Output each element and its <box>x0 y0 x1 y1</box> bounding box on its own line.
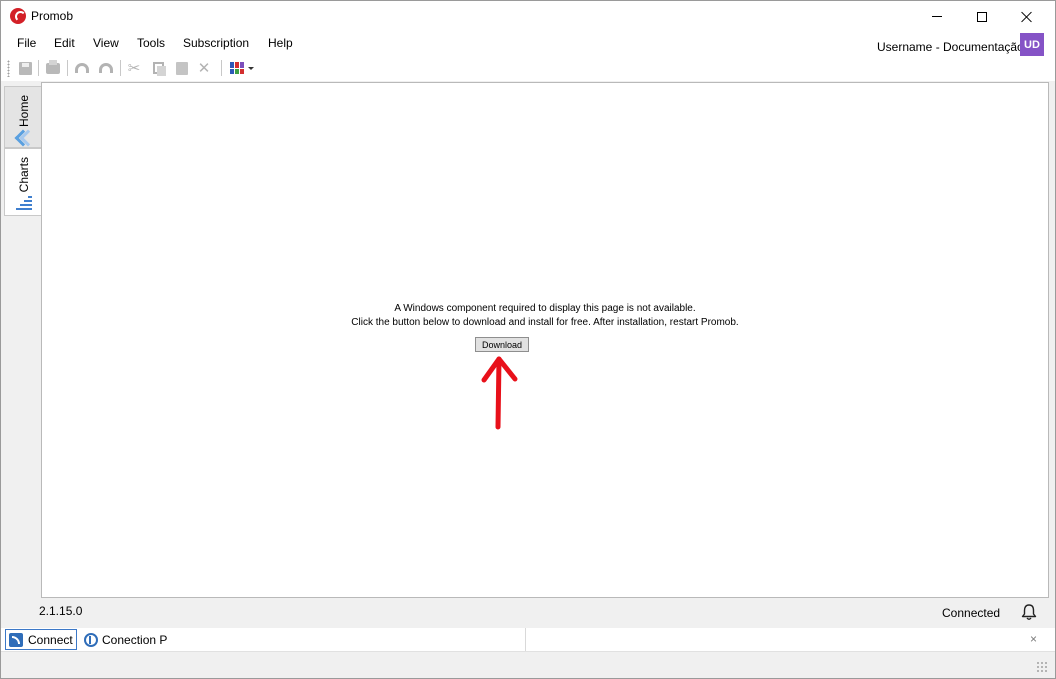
minimize-icon <box>932 16 942 17</box>
tab-home[interactable]: Home <box>4 86 42 148</box>
paste-icon <box>176 61 188 75</box>
user-label[interactable]: Username - Documentação <box>877 40 1024 54</box>
toolbar-separator <box>221 60 222 76</box>
maximize-button[interactable] <box>959 1 1005 32</box>
bell-icon[interactable] <box>1020 603 1038 621</box>
cut-button[interactable]: ✂ <box>124 59 144 77</box>
tab-conection-label: Conection P <box>102 632 168 647</box>
charts-icon <box>15 196 32 211</box>
menu-help[interactable]: Help <box>266 36 295 50</box>
message-line-2: Click the button below to download and i… <box>351 317 739 328</box>
message-line-1: A Windows component required to display … <box>394 303 696 314</box>
close-panel-button[interactable]: × <box>1030 632 1037 646</box>
version-label: 2.1.15.0 <box>39 604 83 618</box>
app-window: Promob File Edit View Tools Subscription… <box>0 0 1056 679</box>
tab-charts[interactable]: Charts <box>4 148 42 216</box>
print-button[interactable] <box>43 59 63 77</box>
promob-connect-icon <box>84 632 98 647</box>
tab-connect[interactable]: Connect <box>5 629 77 650</box>
maximize-icon <box>977 11 987 22</box>
save-icon <box>18 61 32 75</box>
tab-conection-p[interactable]: Conection P <box>82 629 202 650</box>
delete-icon: ✕ <box>197 59 211 77</box>
menu-view[interactable]: View <box>91 36 121 50</box>
color-palette-button[interactable] <box>227 59 247 77</box>
close-icon <box>1021 11 1033 23</box>
minimize-button[interactable] <box>914 1 960 32</box>
redo-icon <box>99 63 113 73</box>
status-bar <box>1 651 1055 678</box>
tab-charts-label: Charts <box>16 157 31 193</box>
toolbar-grip[interactable] <box>7 60 10 77</box>
bottom-tab-bar: Connect Conection P × <box>1 628 1055 651</box>
tab-connect-label: Connect <box>28 632 73 647</box>
toolbar-separator <box>67 60 68 76</box>
side-tab-strip: Home Charts <box>2 82 42 598</box>
print-icon <box>46 59 60 74</box>
save-button[interactable] <box>15 59 35 77</box>
title-bar: Promob <box>1 1 1055 32</box>
paste-button[interactable] <box>172 59 192 77</box>
bottom-bar-divider <box>525 628 526 651</box>
toolbar: ✂ ✕ <box>1 56 1055 81</box>
delete-button[interactable]: ✕ <box>194 59 214 77</box>
rss-icon <box>9 632 23 647</box>
toolbar-separator <box>120 60 121 76</box>
menu-bar: File Edit View Tools Subscription Help U… <box>1 32 1055 57</box>
menu-edit[interactable]: Edit <box>52 36 77 50</box>
undo-icon <box>75 63 89 73</box>
menu-tools[interactable]: Tools <box>135 36 167 50</box>
window-title: Promob <box>31 9 74 23</box>
download-button[interactable]: Download <box>475 337 529 352</box>
main-content-panel: A Windows component required to display … <box>41 82 1049 598</box>
menu-file[interactable]: File <box>15 36 38 50</box>
annotation-arrow-icon <box>481 356 518 430</box>
menu-subscription[interactable]: Subscription <box>181 36 251 50</box>
copy-icon <box>152 62 166 76</box>
copy-button[interactable] <box>148 59 168 77</box>
tab-home-label: Home <box>16 95 31 128</box>
undo-button[interactable] <box>72 59 92 77</box>
home-chevron-icon <box>17 131 31 143</box>
close-window-button[interactable] <box>1004 1 1050 32</box>
toolbar-separator <box>38 60 39 76</box>
palette-icon <box>230 62 244 74</box>
promob-logo-icon <box>10 8 26 24</box>
redo-button[interactable] <box>96 59 116 77</box>
connection-status: Connected <box>942 606 1001 620</box>
chevron-down-icon[interactable] <box>248 67 254 70</box>
avatar[interactable]: UD <box>1020 33 1044 57</box>
scissors-icon: ✂ <box>127 59 141 77</box>
resize-grip-icon[interactable] <box>1036 661 1048 673</box>
